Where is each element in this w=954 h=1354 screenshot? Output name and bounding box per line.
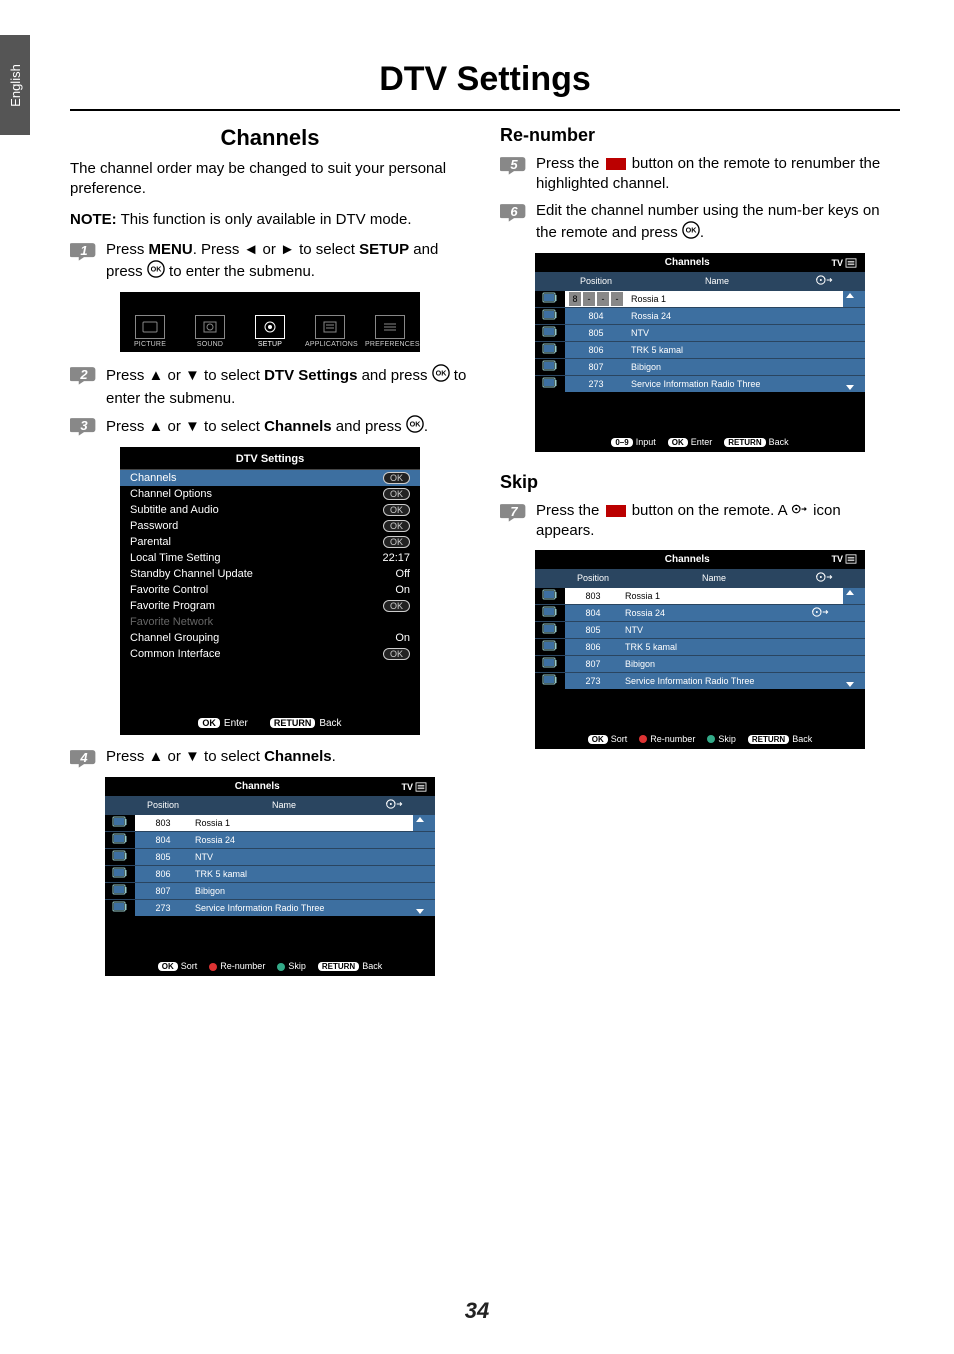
- svg-text:1: 1: [80, 243, 87, 258]
- step-icon-1: 1: [70, 240, 98, 262]
- channel-row: 803 Rossia 1: [105, 815, 435, 832]
- svg-text:6: 6: [510, 204, 518, 219]
- red-button-icon: [606, 158, 626, 170]
- channel-row: 805 NTV: [535, 621, 865, 638]
- title-rule: [70, 109, 900, 111]
- step-5: 5 Press the button on the remote to renu…: [500, 154, 900, 195]
- channel-row: 804 Rossia 24: [105, 832, 435, 849]
- channel-row: 807 Bibigon: [535, 359, 865, 376]
- channel-row: 806 TRK 5 kamal: [535, 638, 865, 655]
- channels-panel: ChannelsTV PositionName 8--- Rossia 1 80…: [535, 253, 865, 452]
- svg-text:7: 7: [510, 504, 518, 519]
- svg-text:3: 3: [80, 418, 88, 433]
- dtv-row: Favorite ProgramOK: [120, 598, 420, 614]
- channel-row: 807 Bibigon: [105, 883, 435, 900]
- step-6: 6 Edit the channel number using the num-…: [500, 201, 900, 246]
- dtv-row: PasswordOK: [120, 518, 420, 534]
- step-icon-6: 6: [500, 201, 528, 223]
- dtv-row: Local Time Setting22:17: [120, 550, 420, 566]
- note-text: NOTE: This function is only available in…: [70, 210, 470, 230]
- step-4: 4 Press ▲ or ▼ to select Channels.: [70, 747, 470, 769]
- page-number: 34: [0, 1298, 954, 1324]
- intro-text: The channel order may be changed to suit…: [70, 159, 470, 200]
- channel-row: 805 NTV: [105, 849, 435, 866]
- dtv-row: Channel OptionsOK: [120, 486, 420, 502]
- channel-row: 807 Bibigon: [535, 655, 865, 672]
- dtv-row: Favorite ControlOn: [120, 582, 420, 598]
- step-2: 2 Press ▲ or ▼ to select DTV Settings an…: [70, 364, 470, 409]
- step-icon-2: 2: [70, 364, 98, 386]
- channel-row: 273 Service Information Radio Three: [535, 376, 865, 393]
- step-3: 3 Press ▲ or ▼ to select Channels and pr…: [70, 415, 470, 439]
- channels-panel: ChannelsTV PositionName 803 Rossia 1 804…: [535, 550, 865, 749]
- dtv-row: Channel GroupingOn: [120, 630, 420, 646]
- step-icon-5: 5: [500, 154, 528, 176]
- channels-panel: ChannelsTV PositionName 803 Rossia 1 804…: [105, 777, 435, 976]
- dtv-row: ParentalOK: [120, 534, 420, 550]
- channels-heading: Channels: [70, 125, 470, 151]
- page-title: DTV Settings: [70, 60, 900, 99]
- svg-text:2: 2: [79, 367, 88, 382]
- dtv-row: ChannelsOK: [120, 470, 420, 486]
- svg-text:5: 5: [510, 157, 518, 172]
- ok-icon: [682, 221, 700, 245]
- renumber-heading: Re-number: [500, 125, 900, 146]
- svg-text:4: 4: [79, 750, 88, 765]
- dtv-row: Subtitle and AudioOK: [120, 502, 420, 518]
- skip-icon: [791, 501, 809, 521]
- language-tab: English: [0, 35, 30, 135]
- ok-icon: [147, 260, 165, 284]
- step-icon-7: 7: [500, 501, 528, 523]
- ok-icon: [406, 415, 424, 439]
- channel-row: 805 NTV: [535, 325, 865, 342]
- setup-menu-strip: PICTURE SOUND SETUP APPLICATIONS PREFERE…: [120, 292, 420, 352]
- dtv-row: Common InterfaceOK: [120, 646, 420, 662]
- right-column: Re-number 5 Press the button on the remo…: [500, 121, 900, 992]
- channel-row: 804 Rossia 24: [535, 308, 865, 325]
- channel-row: 8--- Rossia 1: [535, 291, 865, 308]
- step-icon-4: 4: [70, 747, 98, 769]
- skip-heading: Skip: [500, 472, 900, 493]
- ok-icon: [432, 364, 450, 388]
- dtv-row: Standby Channel UpdateOff: [120, 566, 420, 582]
- channel-row: 806 TRK 5 kamal: [535, 342, 865, 359]
- step-icon-3: 3: [70, 415, 98, 437]
- step-7: 7 Press the button on the remote. A icon…: [500, 501, 900, 542]
- dtv-row: Favorite Network: [120, 614, 420, 630]
- channel-row: 273 Service Information Radio Three: [535, 672, 865, 689]
- channel-row: 804 Rossia 24: [535, 604, 865, 621]
- channel-row: 806 TRK 5 kamal: [105, 866, 435, 883]
- red-button-icon: [606, 505, 626, 517]
- channel-row: 803 Rossia 1: [535, 587, 865, 604]
- dtv-settings-osd: DTV Settings ChannelsOKChannel OptionsOK…: [120, 447, 420, 735]
- channel-row: 273 Service Information Radio Three: [105, 900, 435, 917]
- step-1: 1 Press MENU. Press ◄ or ► to select SET…: [70, 240, 470, 285]
- left-column: Channels The channel order may be change…: [70, 121, 470, 992]
